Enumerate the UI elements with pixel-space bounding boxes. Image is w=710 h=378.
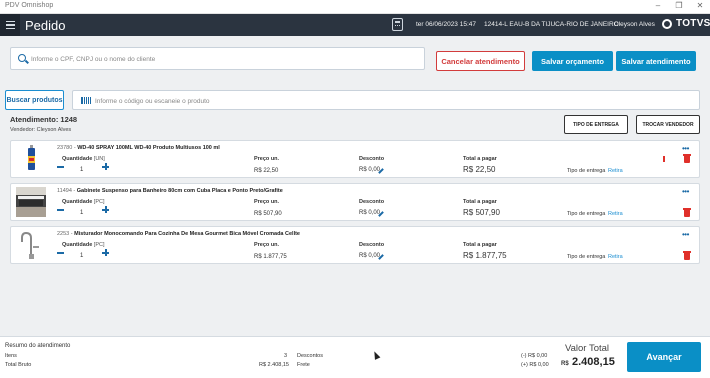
cart-item: 23780 - WD-40 SPRAY 100ML WD-40 Produto … (10, 140, 700, 178)
items-label: Itens (5, 353, 17, 359)
delivery-type-link[interactable]: Retira (608, 211, 623, 217)
item-title: 11494 - Gabinete Suspenso para Banheiro … (57, 188, 283, 194)
quantity-label: Quantidade [PC] (62, 242, 105, 248)
quantity-label: Quantidade [PC] (62, 199, 105, 205)
cancel-attendance-button[interactable]: Cancelar atendimento (436, 51, 525, 71)
unit-price-label: Preço un. (254, 199, 280, 205)
items-count: 3 (284, 353, 288, 359)
header-datetime: ter 06/06/2023 15:47 (416, 21, 476, 28)
product-search-placeholder: Informe o código ou escaneie o produto (95, 98, 210, 105)
freight-value: (+) R$ 0,00 (521, 362, 549, 368)
total-label: Total a pagar (463, 199, 497, 205)
freight-label: Frete (297, 362, 310, 368)
attendance-summary: Resumo do atendimento Itens 3 Total Brut… (0, 336, 710, 378)
delivery-type-label: Tipo de entrega (567, 211, 606, 217)
total-label: Total a pagar (463, 242, 497, 248)
increase-quantity-icon[interactable] (102, 163, 109, 170)
delivery-type-link[interactable]: Retira (608, 168, 623, 174)
product-search-input[interactable]: Informe o código ou escaneie o produto (72, 90, 700, 110)
header-user: Cleyson Alves (614, 21, 655, 28)
totvs-logo-icon (662, 19, 672, 29)
quantity-value[interactable]: 1 (80, 167, 83, 173)
summary-title: Resumo do atendimento (5, 343, 71, 349)
delete-item-icon[interactable] (683, 251, 691, 260)
client-search-placeholder: Informe o CPF, CNPJ ou o nome do cliente (31, 56, 156, 63)
page-title: Pedido (25, 18, 66, 33)
maximize-icon[interactable]: ❐ (671, 1, 687, 10)
more-options-icon[interactable]: ••• (682, 188, 689, 196)
minimize-icon[interactable]: – (650, 1, 666, 10)
total-value: R$ 1.877,75 (463, 251, 507, 260)
delivery-type-label: Tipo de entrega (567, 254, 606, 260)
unit-price-value: R$ 22,50 (254, 168, 279, 174)
totvs-logo: TOTVS (676, 18, 710, 29)
seller-label: Vendedor: Cleyson Alves (10, 127, 72, 133)
faucet-product-image (16, 230, 46, 260)
cart-item: 11494 - Gabinete Suspenso para Banheiro … (10, 183, 700, 221)
hamburger-menu-icon[interactable] (0, 14, 20, 36)
decrease-quantity-icon[interactable] (57, 252, 64, 254)
window-titlebar: PDV Omnishop – ❐ ✕ (0, 0, 710, 14)
total-value: R$ 507,90 (463, 208, 500, 217)
client-search-input[interactable]: Informe o CPF, CNPJ ou o nome do cliente (10, 47, 425, 70)
cart-item: 2253 - Misturador Monocomando Para Cozin… (10, 226, 700, 264)
quantity-value[interactable]: 1 (80, 253, 83, 259)
delivery-type-link[interactable]: Retira (608, 254, 623, 260)
close-icon[interactable]: ✕ (692, 1, 708, 10)
decrease-quantity-icon[interactable] (57, 209, 64, 211)
delete-item-icon[interactable] (683, 208, 691, 217)
unit-price-value: R$ 1.877,75 (254, 254, 287, 260)
decrease-quantity-icon[interactable] (57, 166, 64, 168)
delivery-type-label: Tipo de entrega (567, 168, 606, 174)
unit-price-label: Preço un. (254, 156, 280, 162)
increase-quantity-icon[interactable] (102, 206, 109, 213)
window-title: PDV Omnishop (5, 2, 54, 9)
delete-item-icon[interactable] (683, 154, 691, 163)
total-value: 2.408,15 (572, 356, 615, 368)
gross-total-label: Total Bruto (5, 362, 32, 368)
app-header: Pedido ter 06/06/2023 15:47 12414-L EAU-… (0, 14, 710, 36)
more-options-icon[interactable]: ••• (682, 231, 689, 239)
search-icon (18, 54, 26, 62)
advance-button[interactable]: Avançar (627, 342, 701, 372)
quantity-label: Quantidade [UN] (62, 156, 105, 162)
unit-price-label: Preço un. (254, 242, 280, 248)
gross-total-value: R$ 2.408,15 (259, 362, 289, 368)
item-title: 2253 - Misturador Monocomando Para Cozin… (57, 231, 300, 237)
wd40-product-image (16, 144, 46, 174)
total-value-label: Valor Total (565, 343, 610, 354)
attendance-title: Atendimento: 1248 (10, 115, 78, 124)
total-value: R$ 22,50 (463, 165, 496, 174)
cabinet-product-image (16, 187, 46, 217)
discount-label: Desconto (359, 242, 385, 248)
discount-label: Desconto (359, 199, 385, 205)
item-title: 23780 - WD-40 SPRAY 100ML WD-40 Produto … (57, 145, 220, 151)
search-products-button[interactable]: Buscar produtos (5, 90, 64, 110)
discounts-value: (-) R$ 0,00 (521, 353, 548, 359)
discounts-label: Descontos (297, 353, 323, 359)
quantity-value[interactable]: 1 (80, 210, 83, 216)
save-quote-button[interactable]: Salvar orçamento (532, 51, 613, 71)
save-attendance-button[interactable]: Salvar atendimento (616, 51, 696, 71)
unit-price-value: R$ 507,90 (254, 211, 282, 217)
total-label: Total a pagar (463, 156, 497, 162)
delivery-type-button[interactable]: TIPO DE ENTREGA (564, 115, 628, 134)
increase-quantity-icon[interactable] (102, 249, 109, 256)
calculator-icon[interactable] (392, 18, 403, 31)
header-store: 12414-L EAU-B DA TIJUCA-RIO DE JANEIRO (484, 21, 619, 28)
barcode-icon (81, 97, 91, 104)
change-seller-button[interactable]: TROCAR VENDEDOR (636, 115, 700, 134)
more-options-icon[interactable]: ••• (682, 145, 689, 153)
discount-label: Desconto (359, 156, 385, 162)
total-currency: R$ (561, 361, 569, 367)
alert-icon (663, 156, 665, 162)
